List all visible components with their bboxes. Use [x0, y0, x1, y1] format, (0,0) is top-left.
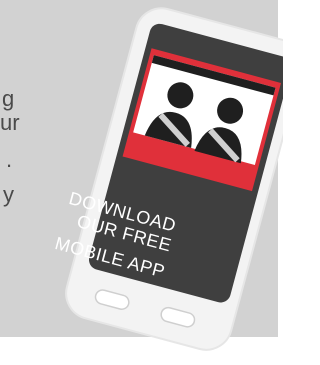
app-promo-banner[interactable]: g ur . y DOWNLOAD OUR FREE MOBILE APP: [0, 0, 283, 365]
phone-illustration[interactable]: [0, 0, 283, 365]
